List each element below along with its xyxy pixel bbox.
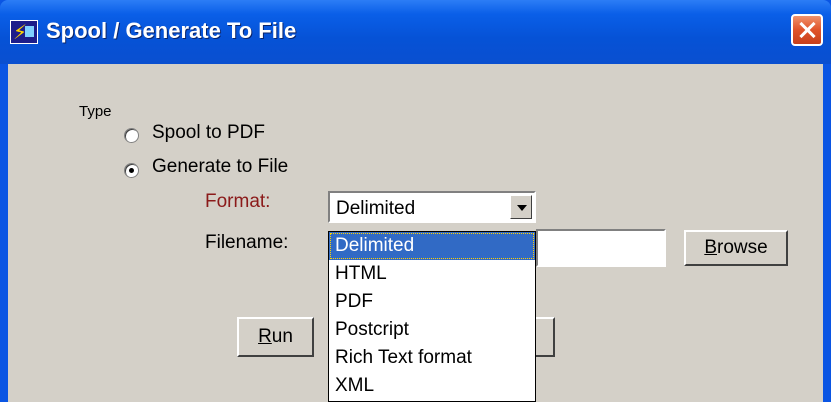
browse-label-rest: rowse [717, 237, 768, 258]
type-group-label: Type [79, 103, 112, 120]
cancel-button[interactable] [533, 317, 555, 357]
format-select[interactable]: Delimited [328, 191, 536, 223]
format-option-pdf[interactable]: PDF [329, 288, 535, 316]
spool-to-pdf-radio[interactable] [124, 128, 139, 143]
filename-label: Filename: [205, 232, 289, 253]
run-label-rest: un [271, 326, 293, 347]
format-option-delimited[interactable]: Delimited [329, 232, 535, 260]
title-bar[interactable]: ⚡ Spool / Generate To File [0, 0, 831, 64]
browse-button[interactable]: Browse [684, 230, 788, 266]
window-title: Spool / Generate To File [46, 18, 297, 43]
dialog-body: Type Spool to PDF Generate to File Forma… [8, 64, 823, 402]
lightning-app-icon: ⚡ [10, 20, 38, 44]
filename-input[interactable] [536, 229, 666, 267]
radio-checked-dot [129, 168, 134, 173]
spool-to-pdf-label[interactable]: Spool to PDF [152, 122, 265, 144]
format-option-rtf[interactable]: Rich Text format [329, 344, 535, 372]
format-option-html[interactable]: HTML [329, 260, 535, 288]
chevron-down-icon[interactable] [510, 195, 532, 219]
dialog-window: ⚡ Spool / Generate To File Type Spool to… [0, 0, 831, 402]
generate-to-file-radio[interactable] [124, 163, 139, 178]
format-option-xml[interactable]: XML [329, 372, 535, 400]
run-mnemonic: R [258, 326, 272, 347]
format-option-postscript[interactable]: Postcript [329, 316, 535, 344]
format-select-value: Delimited [336, 198, 416, 219]
format-dropdown-list: Delimited HTML PDF Postcript Rich Text f… [328, 231, 536, 402]
close-icon[interactable] [791, 14, 823, 46]
generate-to-file-label[interactable]: Generate to File [152, 156, 288, 178]
browse-mnemonic: B [704, 237, 717, 258]
format-label: Format: [205, 191, 271, 212]
run-button[interactable]: Run [237, 317, 314, 357]
